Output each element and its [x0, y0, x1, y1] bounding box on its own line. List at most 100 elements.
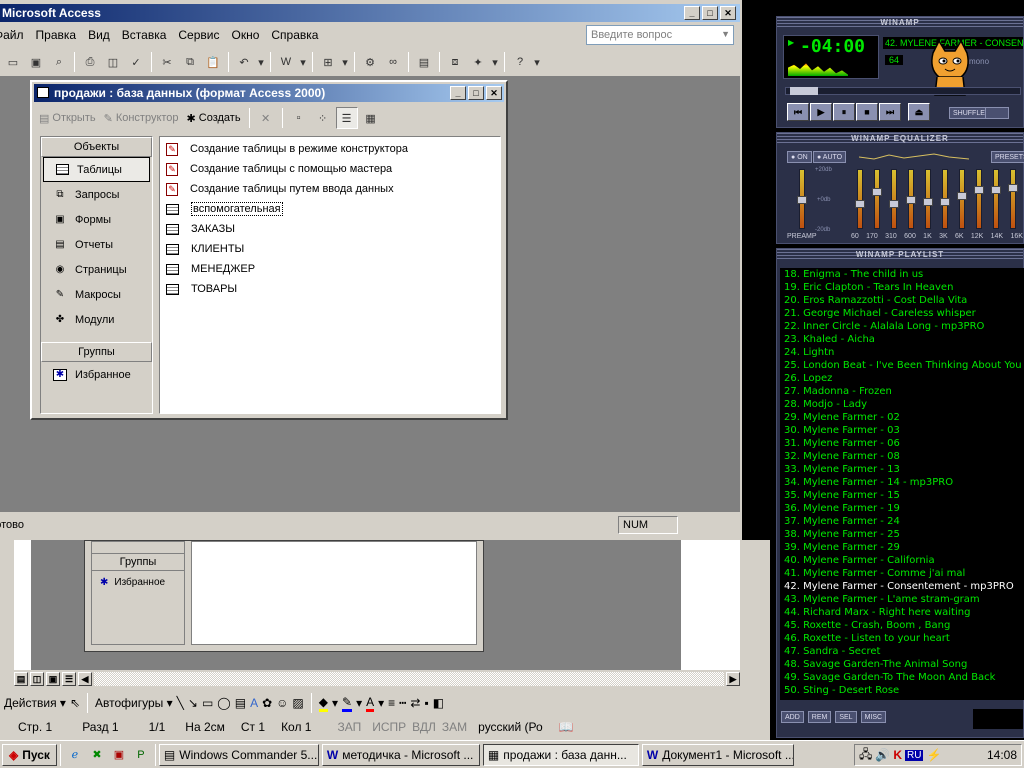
- winamp-time[interactable]: -04:00: [800, 36, 865, 57]
- playlist-item[interactable]: 45. Roxette - Crash, Boom , Bang: [780, 619, 1024, 632]
- eq-band-slider[interactable]: [889, 169, 899, 229]
- wordart-icon[interactable]: A: [250, 696, 258, 710]
- eq-slider-thumb[interactable]: [1008, 184, 1018, 192]
- list-item[interactable]: ✎ Создание таблицы путем ввода данных: [160, 179, 500, 199]
- delete-icon[interactable]: ✕: [255, 107, 277, 129]
- eq-on-button[interactable]: ● ON: [787, 151, 812, 163]
- object-tables[interactable]: Таблицы: [43, 157, 150, 182]
- eq-band-slider[interactable]: [923, 169, 933, 229]
- eq-band-slider[interactable]: [855, 169, 865, 229]
- playlist-item[interactable]: 46. Roxette - Listen to your heart: [780, 632, 1024, 645]
- word-vertical-scrollbar[interactable]: [680, 540, 740, 688]
- 3d-icon[interactable]: ◧: [433, 696, 444, 710]
- actions-menu[interactable]: Действия ▾: [4, 696, 66, 710]
- playlist-add-button[interactable]: ADD: [781, 711, 804, 723]
- chevron-down-icon[interactable]: ▾: [256, 51, 266, 73]
- ask-question-input[interactable]: Введите вопрос ▼: [586, 25, 734, 45]
- scroll-left-icon[interactable]: ◀: [78, 672, 92, 686]
- playlist-item[interactable]: 37. Mylene Farmer - 24: [780, 515, 1024, 528]
- playlist-item[interactable]: 19. Eric Clapton - Tears In Heaven: [780, 281, 1024, 294]
- undo-icon[interactable]: ↶: [233, 51, 255, 73]
- print-view-icon[interactable]: ▣: [46, 672, 60, 686]
- large-icons-icon[interactable]: ▫: [288, 107, 310, 129]
- object-pages[interactable]: ◉ Страницы: [41, 257, 152, 282]
- eq-band-slider[interactable]: [940, 169, 950, 229]
- playlist-item[interactable]: 41. Mylene Farmer - Comme j'ai mal: [780, 567, 1024, 580]
- paste-icon[interactable]: 📋: [202, 51, 224, 73]
- chevron-down-icon[interactable]: ▾: [490, 51, 500, 73]
- search-icon[interactable]: ⌕: [48, 51, 70, 73]
- object-reports[interactable]: ▤ Отчеты: [41, 232, 152, 257]
- network-icon[interactable]: 🖧: [859, 745, 872, 766]
- list-view-icon[interactable]: ☰: [335, 107, 358, 129]
- menu-help[interactable]: Справка: [265, 28, 324, 42]
- playlist-item[interactable]: 24. Lightn: [780, 346, 1024, 359]
- menu-edit[interactable]: Правка: [30, 28, 83, 42]
- playlist-item[interactable]: 33. Mylene Farmer - 13: [780, 463, 1024, 476]
- eq-band-slider[interactable]: [974, 169, 984, 229]
- copy-icon[interactable]: ⧉: [179, 51, 201, 73]
- eq-slider-thumb[interactable]: [872, 188, 882, 196]
- eq-slider-thumb[interactable]: [940, 198, 950, 206]
- eq-band-slider[interactable]: [906, 169, 916, 229]
- eq-preamp-slider[interactable]: [797, 169, 807, 229]
- chevron-down-icon[interactable]: ▾: [532, 51, 542, 73]
- pointer-icon[interactable]: ⇖: [70, 696, 80, 710]
- seek-thumb[interactable]: [790, 87, 818, 95]
- repeat-button[interactable]: [985, 107, 1009, 119]
- excel-icon[interactable]: ✖: [86, 744, 108, 766]
- lightning-icon[interactable]: ⚡: [926, 748, 941, 762]
- eq-band-slider[interactable]: [1008, 169, 1018, 229]
- playlist-remove-button[interactable]: REM: [807, 711, 832, 723]
- web-view-icon[interactable]: ◫: [30, 672, 44, 686]
- print-icon[interactable]: ⎙: [79, 51, 101, 73]
- small-icons-icon[interactable]: ⁘: [312, 107, 334, 129]
- playlist-item[interactable]: 35. Mylene Farmer - 15: [780, 489, 1024, 502]
- new-object-icon[interactable]: ✦: [467, 51, 489, 73]
- oval-icon[interactable]: ◯: [217, 696, 230, 710]
- textbox-icon[interactable]: ▤: [235, 696, 246, 710]
- object-queries[interactable]: ⧉ Запросы: [41, 182, 152, 207]
- access-title-bar[interactable]: Microsoft Access _ □ ✕: [0, 4, 740, 22]
- dash-style-icon[interactable]: ┅: [399, 696, 406, 710]
- eq-auto-button[interactable]: ● AUTO: [813, 151, 847, 163]
- task-document1[interactable]: W Документ1 - Microsoft ...: [641, 743, 794, 766]
- next-icon[interactable]: ⏭: [879, 103, 901, 121]
- eq-slider-thumb[interactable]: [991, 186, 1001, 194]
- status-trk[interactable]: ИСПР: [369, 720, 409, 734]
- eq-slider-thumb[interactable]: [889, 200, 899, 208]
- spelling-status-icon[interactable]: 📖: [551, 720, 582, 734]
- eject-icon[interactable]: ⏏: [908, 103, 930, 121]
- eq-slider-thumb[interactable]: [855, 200, 865, 208]
- menu-file[interactable]: Файл: [0, 28, 30, 42]
- eq-slider-thumb[interactable]: [906, 196, 916, 204]
- line-icon[interactable]: ╲: [177, 696, 184, 710]
- previous-icon[interactable]: ⏮: [787, 103, 809, 121]
- new-icon[interactable]: ▭: [2, 51, 24, 73]
- playlist-list[interactable]: 18. Enigma - The child in us 19. Eric Cla…: [780, 268, 1024, 700]
- playlist-item[interactable]: 23. Khaled - Aicha: [780, 333, 1024, 346]
- playlist-item[interactable]: 32. Mylene Farmer - 08: [780, 450, 1024, 463]
- menu-insert[interactable]: Вставка: [116, 28, 173, 42]
- object-macros[interactable]: ✎ Макросы: [41, 282, 152, 307]
- db-title-bar[interactable]: продажи : база данных (формат Access 200…: [34, 84, 504, 102]
- chevron-down-icon[interactable]: ▾: [298, 51, 308, 73]
- playlist-item[interactable]: 48. Savage Garden-The Animal Song: [780, 658, 1024, 671]
- code-icon[interactable]: ⚙: [359, 51, 381, 73]
- playlist-item[interactable]: 20. Eros Ramazzotti - Cost Della Vita: [780, 294, 1024, 307]
- playlist-item[interactable]: 18. Enigma - The child in us: [780, 268, 1024, 281]
- properties-icon[interactable]: ▤: [413, 51, 435, 73]
- arrow-style-icon[interactable]: ⇄: [410, 696, 420, 710]
- picture-icon[interactable]: ▨: [292, 696, 303, 710]
- help-icon[interactable]: ?: [509, 51, 531, 73]
- playlist-item[interactable]: 38. Mylene Farmer - 25: [780, 528, 1024, 541]
- word-horizontal-scrollbar[interactable]: ▤ ◫ ▣ ☰ ◀ ▶: [0, 670, 740, 688]
- preview-icon[interactable]: ◫: [102, 51, 124, 73]
- playlist-title[interactable]: WINAMP PLAYLIST: [777, 249, 1023, 261]
- maximize-button[interactable]: □: [468, 86, 484, 100]
- group-favorites[interactable]: ✱ Избранное: [41, 362, 152, 387]
- rectangle-icon[interactable]: ▭: [202, 696, 213, 710]
- analyze-icon[interactable]: ⊞: [317, 51, 339, 73]
- maximize-button[interactable]: □: [702, 6, 718, 20]
- menu-view[interactable]: Вид: [82, 28, 116, 42]
